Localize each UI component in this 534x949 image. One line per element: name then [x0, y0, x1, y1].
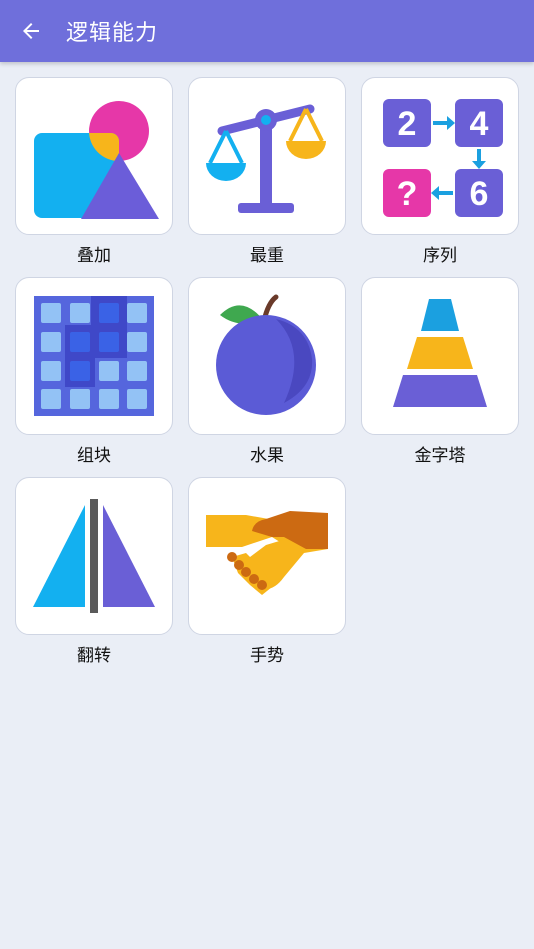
tile-card: 2 4 ? 6 [361, 77, 519, 235]
sequence-number: 4 [470, 105, 489, 143]
tile-gesture[interactable]: 手势 [188, 477, 346, 666]
tile-sequence[interactable]: 2 4 ? 6 序列 [361, 77, 519, 266]
tile-card [188, 477, 346, 635]
tile-card [15, 77, 173, 235]
tile-label: 水果 [250, 446, 284, 466]
balance-scale-icon [206, 104, 326, 213]
page-title: 逻辑能力 [66, 21, 159, 46]
number-sequence-icon: 2 4 ? 6 [383, 99, 503, 217]
plum-fruit-icon [216, 294, 316, 415]
tile-pyramid[interactable]: 金字塔 [361, 277, 519, 466]
tile-card [188, 277, 346, 435]
tile-label: 手势 [250, 646, 284, 666]
handshake-icon [206, 511, 328, 595]
tile-heaviest[interactable]: 最重 [188, 77, 346, 266]
tile-card [188, 77, 346, 235]
tile-flip[interactable]: 翻转 [15, 477, 173, 666]
tile-label: 叠加 [77, 246, 111, 266]
tile-card [15, 477, 173, 635]
tile-label: 组块 [77, 446, 111, 466]
tile-label: 序列 [423, 246, 457, 266]
tile-fruit[interactable]: 水果 [188, 277, 346, 466]
sequence-number: 6 [470, 175, 489, 213]
tile-label: 翻转 [77, 646, 111, 666]
tile-card [15, 277, 173, 435]
back-button[interactable] [0, 0, 62, 62]
block-grid-icon [34, 296, 154, 416]
mirror-flip-icon [33, 499, 155, 613]
tile-blocks[interactable]: 组块 [15, 277, 173, 466]
sequence-number: 2 [398, 105, 417, 143]
tile-label: 金字塔 [414, 446, 466, 466]
arrow-left-icon [23, 23, 39, 39]
tile-overlap[interactable]: 叠加 [15, 77, 173, 266]
app-bar: 逻辑能力 [0, 0, 534, 62]
tile-label: 最重 [250, 246, 284, 266]
pyramid-icon [393, 299, 487, 407]
overlap-shapes-icon [34, 101, 159, 219]
tile-card [361, 277, 519, 435]
sequence-number: ? [397, 175, 418, 213]
